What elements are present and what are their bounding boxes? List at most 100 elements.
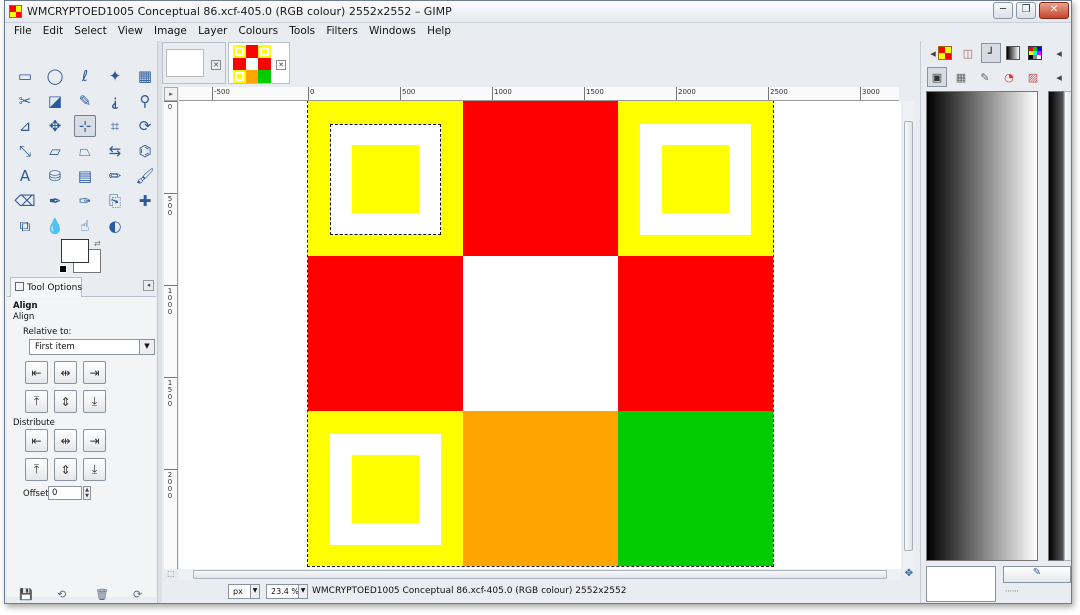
distribute-left-button[interactable]: ⇤ [25, 429, 48, 452]
horizontal-scrollbar[interactable] [179, 569, 901, 580]
align-right-button[interactable]: ⇥ [83, 361, 106, 384]
distribute-bottom-button[interactable]: ⤓ [83, 458, 106, 481]
foreground-select-icon[interactable]: ◪ [44, 90, 66, 112]
brushes-icon[interactable]: ◫ [958, 43, 978, 63]
dodge-burn-icon[interactable]: ◐ [104, 215, 126, 237]
free-select-icon[interactable]: ℓ [74, 65, 96, 87]
zoom-select[interactable]: 23.4 % ▼ [266, 584, 308, 599]
paths-icon[interactable]: ✎ [975, 67, 995, 87]
align-icon[interactable]: ⊹ [74, 115, 96, 137]
clone-icon[interactable]: ⎘ [104, 190, 126, 212]
paths-icon[interactable]: ✎ [74, 90, 96, 112]
tool-presets-icon[interactable]: ┘ [981, 43, 1001, 63]
align-center-button[interactable]: ⇹ [54, 361, 77, 384]
layers-icon[interactable]: ▣ [927, 67, 947, 87]
smudge-icon[interactable]: ☝ [74, 215, 96, 237]
brush-preview[interactable] [926, 566, 996, 602]
menu-edit[interactable]: Edit [35, 23, 63, 37]
dock-scroll-thumb[interactable] [1064, 91, 1071, 561]
collapse-icon[interactable]: ◂ [143, 280, 154, 291]
menu-image[interactable]: Image [146, 23, 187, 37]
minimize-button[interactable]: ─ [993, 2, 1013, 19]
paintbrush-icon[interactable]: 🖌 [134, 165, 156, 187]
heal-icon[interactable]: ✚ [134, 190, 156, 212]
dock-menu-icon[interactable]: ◂ [1049, 43, 1069, 63]
channels-icon[interactable]: ▦ [951, 67, 971, 87]
palettes-icon[interactable] [1025, 43, 1045, 63]
perspective-clone-icon[interactable]: ⧉ [14, 215, 36, 237]
cage-icon[interactable]: ⌬ [134, 140, 156, 162]
vertical-scroll-thumb[interactable] [904, 121, 913, 551]
blend-icon[interactable]: ▤ [74, 165, 96, 187]
airbrush-icon[interactable]: ✒ [44, 190, 66, 212]
delete-options-icon[interactable]: 🗑 [95, 588, 109, 601]
maximize-button[interactable]: ❐ [1016, 2, 1036, 19]
ellipse-select-icon[interactable]: ◯ [44, 65, 66, 87]
quick-mask-icon[interactable]: ⬚ [164, 569, 178, 580]
unit-select[interactable]: px ▼ [228, 584, 260, 599]
menu-colours[interactable]: Colours [231, 23, 279, 37]
edit-button[interactable]: ✎ [1003, 566, 1071, 583]
bucket-fill-icon[interactable]: ⛁ [44, 165, 66, 187]
menu-view[interactable]: View [110, 23, 143, 37]
blur-icon[interactable]: 💧 [44, 215, 66, 237]
align-left-button[interactable]: ⇤ [25, 361, 48, 384]
gradient-preview[interactable] [926, 91, 1038, 561]
flip-icon[interactable]: ⇆ [104, 140, 126, 162]
fg-bg-colors[interactable]: ⇄ [59, 239, 105, 275]
undo-icon[interactable]: ◔ [999, 67, 1019, 87]
menu-tools[interactable]: Tools [281, 23, 315, 37]
colourmap-icon[interactable]: ▨ [1023, 67, 1043, 87]
text-icon[interactable]: A [14, 165, 36, 187]
measure-icon[interactable]: ⊿ [14, 115, 36, 137]
distribute-middle-button[interactable]: ⇕ [54, 458, 77, 481]
navigate-icon[interactable]: ✥ [903, 569, 915, 580]
horizontal-scroll-thumb[interactable] [193, 570, 887, 579]
offset-spinner[interactable]: ▲ ▼ [83, 486, 91, 500]
save-options-icon[interactable]: 💾 [19, 588, 33, 601]
fuzzy-select-icon[interactable]: ✦ [104, 65, 126, 87]
vertical-ruler[interactable]: 0 500 1000 1500 2000 [164, 101, 178, 569]
menu-layer[interactable]: Layer [190, 23, 227, 37]
close-icon[interactable]: ✕ [276, 60, 286, 70]
align-top-button[interactable]: ⤒ [25, 390, 48, 413]
align-bottom-button[interactable]: ⤓ [83, 390, 106, 413]
dock-menu-icon-2[interactable]: ◂ [1049, 67, 1069, 87]
image-canvas[interactable] [307, 101, 774, 567]
eraser-icon[interactable]: ⌫ [14, 190, 36, 212]
menu-windows[interactable]: Windows [361, 23, 416, 37]
image-tab-1[interactable]: ✕ [162, 42, 226, 84]
align-middle-button[interactable]: ⇕ [54, 390, 77, 413]
zoom-icon[interactable]: ⚲ [134, 90, 156, 112]
foreground-color-swatch[interactable] [61, 239, 89, 263]
gradients-icon[interactable] [1003, 43, 1023, 63]
distribute-right-button[interactable]: ⇥ [83, 429, 106, 452]
restore-options-icon[interactable]: ⟲ [57, 588, 66, 601]
default-colors-icon[interactable] [59, 265, 67, 273]
reset-options-icon[interactable]: ⟳ [133, 588, 142, 601]
crop-icon[interactable]: ⌗ [104, 115, 126, 137]
color-picker-icon[interactable]: ⸘ [104, 90, 126, 112]
vertical-scrollbar[interactable] [903, 101, 914, 569]
move-icon[interactable]: ✥ [44, 115, 66, 137]
distribute-top-button[interactable]: ⤒ [25, 458, 48, 481]
horizontal-ruler[interactable]: -500 0 500 1000 1500 2000 2500 3000 [179, 87, 899, 101]
menu-filters[interactable]: Filters [318, 23, 357, 37]
relative-to-select[interactable]: First item ▼ [29, 339, 155, 355]
offset-input[interactable]: 0 [48, 486, 82, 500]
pattern-icon[interactable] [935, 43, 955, 63]
rotate-icon[interactable]: ⟳ [134, 115, 156, 137]
selection-marquee[interactable] [330, 124, 441, 235]
by-color-select-icon[interactable]: ▦ [134, 65, 156, 87]
ruler-corner-icon[interactable]: ▸ [164, 87, 178, 101]
perspective-icon[interactable]: ⏢ [74, 140, 96, 162]
scale-icon[interactable]: ⤡ [14, 140, 36, 162]
close-button[interactable]: ✕ [1039, 2, 1069, 19]
menu-help[interactable]: Help [419, 23, 451, 37]
menu-file[interactable]: File [5, 23, 32, 37]
swap-colors-icon[interactable]: ⇄ [94, 239, 101, 248]
ink-icon[interactable]: ✑ [74, 190, 96, 212]
tab-tool-options[interactable]: Tool Options [10, 277, 82, 297]
menu-select[interactable]: Select [66, 23, 106, 37]
image-viewport[interactable] [179, 101, 901, 569]
